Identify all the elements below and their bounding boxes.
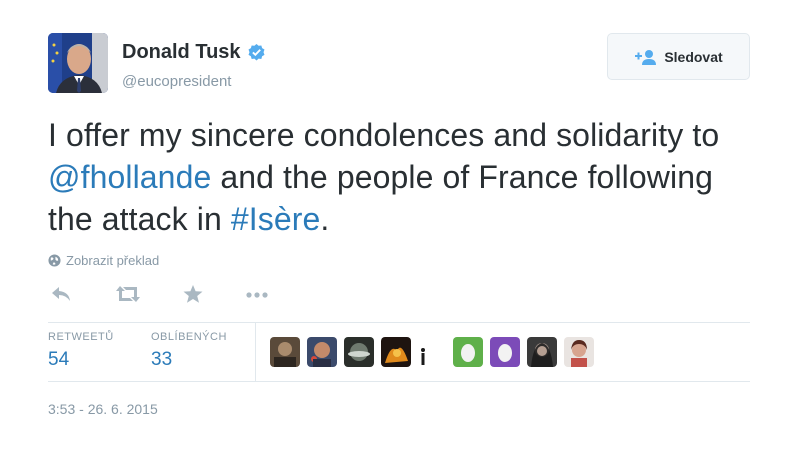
favoriter-avatar[interactable]: [416, 337, 430, 367]
user-handle[interactable]: @eucopresident: [122, 73, 231, 90]
favoriter-avatar[interactable]: [490, 337, 520, 367]
tweet-text: I offer my sincere condolences and solid…: [48, 114, 748, 240]
tweet-stats: RETWEETŮ 54 OBLÍBENÝCH 33: [48, 323, 750, 381]
hashtag-link[interactable]: #Isère: [231, 201, 321, 237]
favoriter-avatar[interactable]: [270, 337, 300, 367]
favoriter-avatar[interactable]: [381, 337, 411, 367]
stats-separator: [255, 323, 256, 381]
retweet-count: 54: [48, 349, 70, 370]
follow-button-label: Sledovat: [664, 48, 723, 65]
follow-user-icon: [635, 49, 657, 65]
retweet-icon[interactable]: [115, 284, 141, 304]
tweet-header: Donald Tusk @eucopresident Sledovat: [48, 33, 752, 97]
avatar-image: [48, 33, 108, 93]
divider-bottom: [48, 381, 750, 382]
verified-badge-icon: [248, 43, 265, 61]
tweet-text-segment: I offer my sincere condolences and solid…: [48, 117, 720, 153]
favorite-count-label: OBLÍBENÝCH: [151, 331, 227, 343]
translate-link[interactable]: Zobrazit překlad: [48, 253, 159, 268]
favorite-count: 33: [151, 349, 173, 370]
favoriter-avatar[interactable]: [344, 337, 374, 367]
reply-icon[interactable]: [50, 284, 72, 304]
translate-label: Zobrazit překlad: [66, 253, 160, 268]
more-icon[interactable]: [245, 284, 269, 304]
retweet-stat[interactable]: RETWEETŮ 54: [48, 331, 114, 371]
globe-icon: [48, 254, 61, 267]
tweet-text-segment: .: [320, 201, 330, 237]
retweet-count-label: RETWEETŮ: [48, 331, 114, 343]
favoriter-avatar[interactable]: [527, 337, 557, 367]
favoriter-avatar[interactable]: [307, 337, 337, 367]
user-full-name[interactable]: Donald Tusk: [122, 41, 241, 64]
avatar[interactable]: [48, 33, 108, 93]
follow-button[interactable]: Sledovat: [607, 33, 750, 80]
name-row: Donald Tusk: [122, 41, 266, 64]
favoriter-avatar[interactable]: [453, 337, 483, 367]
tweet-timestamp[interactable]: 3:53 - 26. 6. 2015: [48, 401, 158, 417]
favoriter-avatar[interactable]: [564, 337, 594, 367]
favorite-icon[interactable]: [182, 284, 204, 304]
favorite-stat[interactable]: OBLÍBENÝCH 33: [151, 331, 227, 371]
mention-link[interactable]: @fhollande: [48, 159, 211, 195]
